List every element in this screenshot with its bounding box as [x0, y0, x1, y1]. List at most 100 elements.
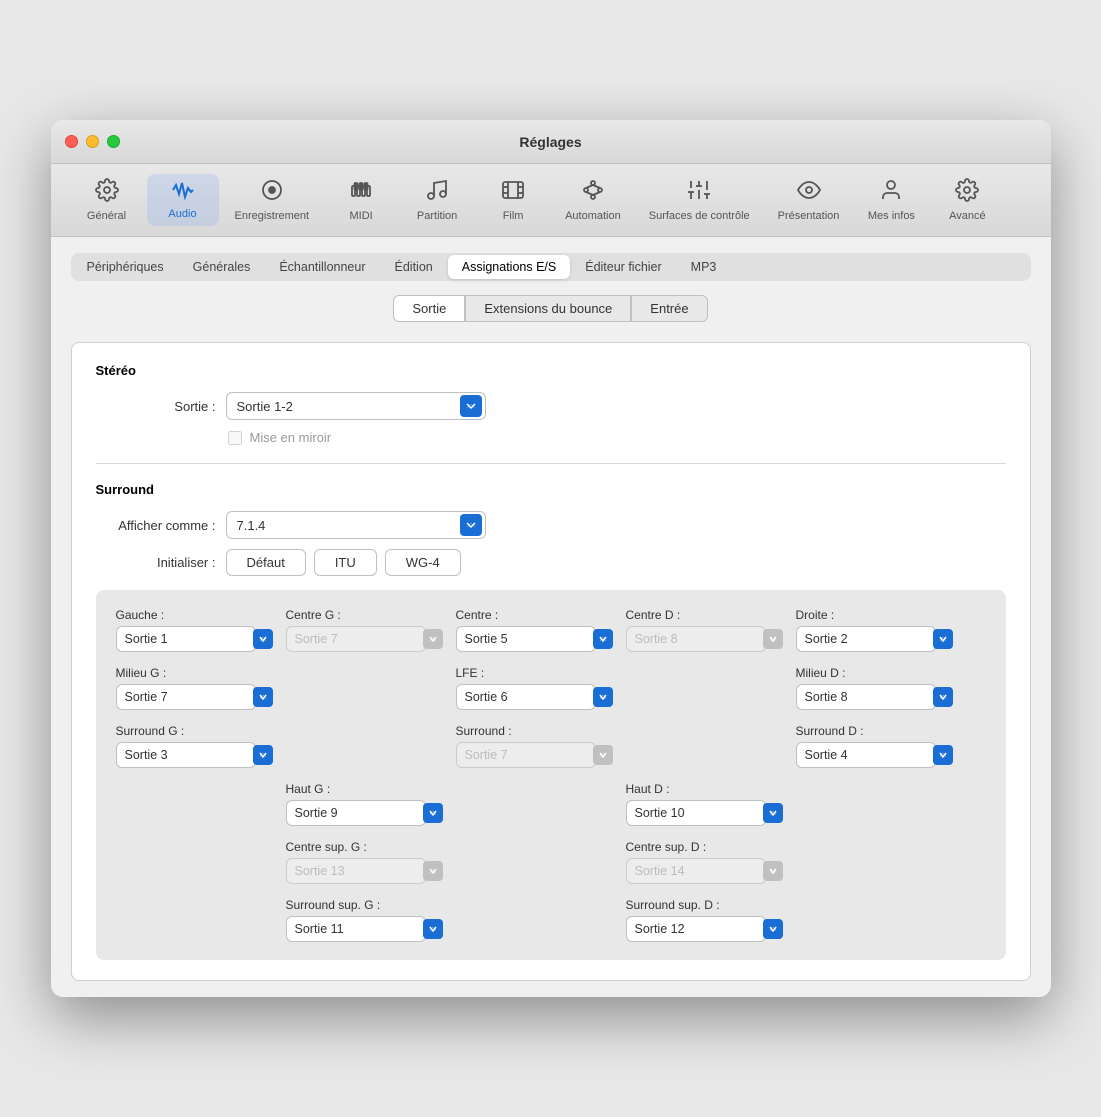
- centre-sup-g-label: Centre sup. G :: [286, 840, 446, 854]
- miroir-checkbox[interactable]: [228, 431, 242, 445]
- toolbar-item-midi[interactable]: MIDI: [325, 172, 397, 228]
- droite-select[interactable]: Sortie 2: [796, 626, 936, 652]
- surround-d-select-wrapper: Sortie 4: [796, 742, 956, 768]
- empty-cell-1: [286, 666, 426, 710]
- subtab-entree[interactable]: Entrée: [631, 295, 707, 322]
- haut-g-select[interactable]: Sortie 9: [286, 800, 426, 826]
- centre-label: Centre :: [456, 608, 616, 622]
- sortie-select-wrapper: Sortie 1-2: [226, 392, 486, 420]
- sortie-select[interactable]: Sortie 1-2: [226, 392, 486, 420]
- empty-cell-5: [116, 782, 256, 826]
- section-divider: [96, 463, 1006, 464]
- toolbar-item-avance-label: Avancé: [949, 210, 986, 222]
- surround-d-select[interactable]: Sortie 4: [796, 742, 936, 768]
- channel-centre-d: Centre D : Sortie 8: [626, 608, 786, 652]
- toolbar-item-automation[interactable]: Automation: [553, 172, 633, 228]
- subtab-extensions[interactable]: Extensions du bounce: [465, 295, 631, 322]
- milieu-d-arrow: [933, 687, 953, 707]
- toolbar-item-recording[interactable]: Enregistrement: [223, 172, 322, 228]
- channel-surround-sup-d: Surround sup. D : Sortie 12: [626, 898, 786, 942]
- haut-d-label: Haut D :: [626, 782, 786, 796]
- centre-sup-d-arrow: [763, 861, 783, 881]
- empty-cell-4: [626, 724, 766, 768]
- channel-centre: Centre : Sortie 5: [456, 608, 616, 652]
- midi-icon: [349, 178, 373, 206]
- surround-sup-g-select[interactable]: Sortie 11: [286, 916, 426, 942]
- minimize-button[interactable]: [86, 135, 99, 148]
- channel-lfe: LFE : Sortie 6: [456, 666, 616, 710]
- toolbar-item-general[interactable]: Général: [71, 172, 143, 228]
- stereo-title: Stéréo: [96, 363, 1006, 378]
- film-icon: [501, 178, 525, 206]
- empty-cell-8: [116, 840, 256, 884]
- window-controls: [65, 135, 120, 148]
- centre-arrow: [593, 629, 613, 649]
- maximize-button[interactable]: [107, 135, 120, 148]
- centre-select-wrapper: Sortie 5: [456, 626, 616, 652]
- miroir-row: Mise en miroir: [228, 430, 1006, 445]
- tab-peripheriques[interactable]: Périphériques: [73, 255, 178, 279]
- tab-bar: Périphériques Générales Échantillonneur …: [71, 253, 1031, 281]
- surround-sup-d-select[interactable]: Sortie 12: [626, 916, 766, 942]
- tab-edition[interactable]: Édition: [381, 255, 447, 279]
- toolbar-item-automation-label: Automation: [565, 210, 621, 222]
- gauche-select[interactable]: Sortie 1: [116, 626, 256, 652]
- toolbar-item-mesinfos[interactable]: Mes infos: [855, 172, 927, 228]
- empty-cell-11: [116, 898, 256, 942]
- subtab-sortie[interactable]: Sortie: [393, 295, 465, 322]
- centre-d-select[interactable]: Sortie 8: [626, 626, 766, 652]
- channel-surround: Surround : Sortie 7: [456, 724, 616, 768]
- surround-g-select-wrapper: Sortie 3: [116, 742, 276, 768]
- surround-g-label: Surround G :: [116, 724, 276, 738]
- afficher-select[interactable]: 7.1.4: [226, 511, 486, 539]
- surround-select[interactable]: Sortie 7: [456, 742, 596, 768]
- empty-cell-12: [456, 898, 596, 942]
- haut-d-select[interactable]: Sortie 10: [626, 800, 766, 826]
- gauche-select-wrapper: Sortie 1: [116, 626, 276, 652]
- surround-g-select[interactable]: Sortie 3: [116, 742, 256, 768]
- tab-editeur[interactable]: Éditeur fichier: [571, 255, 675, 279]
- centre-sup-g-select[interactable]: Sortie 13: [286, 858, 426, 884]
- lfe-select[interactable]: Sortie 6: [456, 684, 596, 710]
- haut-d-arrow: [763, 803, 783, 823]
- initialiser-row: Initialiser : Défaut ITU WG-4: [96, 549, 1006, 576]
- toolbar-item-surfaces[interactable]: Surfaces de contrôle: [637, 172, 762, 228]
- haut-g-label: Haut G :: [286, 782, 446, 796]
- tab-generales[interactable]: Générales: [179, 255, 265, 279]
- surround-sup-d-arrow: [763, 919, 783, 939]
- tab-echantillonneur[interactable]: Échantillonneur: [265, 255, 379, 279]
- toolbar-item-audio[interactable]: Audio: [147, 174, 219, 226]
- milieu-d-select[interactable]: Sortie 8: [796, 684, 936, 710]
- channel-haut-g: Haut G : Sortie 9: [286, 782, 446, 826]
- btn-itu[interactable]: ITU: [314, 549, 377, 576]
- channel-milieu-g: Milieu G : Sortie 7: [116, 666, 276, 710]
- btn-defaut[interactable]: Défaut: [226, 549, 306, 576]
- gear-icon: [95, 178, 119, 206]
- centre-g-select[interactable]: Sortie 7: [286, 626, 426, 652]
- channel-haut-d: Haut D : Sortie 10: [626, 782, 786, 826]
- channel-surround-d: Surround D : Sortie 4: [796, 724, 956, 768]
- toolbar-item-film[interactable]: Film: [477, 172, 549, 228]
- toolbar-item-surfaces-label: Surfaces de contrôle: [649, 210, 750, 222]
- user-icon: [879, 178, 903, 206]
- afficher-row: Afficher comme : 7.1.4: [96, 511, 1006, 539]
- surround-select-wrapper: Sortie 7: [456, 742, 616, 768]
- haut-g-select-wrapper: Sortie 9: [286, 800, 446, 826]
- haut-d-select-wrapper: Sortie 10: [626, 800, 786, 826]
- btn-wg4[interactable]: WG-4: [385, 549, 461, 576]
- droite-select-wrapper: Sortie 2: [796, 626, 956, 652]
- centre-sup-d-select[interactable]: Sortie 14: [626, 858, 766, 884]
- tab-mp3[interactable]: MP3: [677, 255, 731, 279]
- milieu-g-select[interactable]: Sortie 7: [116, 684, 256, 710]
- toolbar-item-avance[interactable]: Avancé: [931, 172, 1003, 228]
- toolbar-item-partition[interactable]: Partition: [401, 172, 473, 228]
- close-button[interactable]: [65, 135, 78, 148]
- empty-cell-7: [796, 782, 936, 826]
- empty-cell-3: [286, 724, 426, 768]
- surround-sup-g-arrow: [423, 919, 443, 939]
- surround-title: Surround: [96, 482, 1006, 497]
- centre-select[interactable]: Sortie 5: [456, 626, 596, 652]
- tab-assignations[interactable]: Assignations E/S: [448, 255, 571, 279]
- toolbar-item-presentation[interactable]: Présentation: [766, 172, 852, 228]
- droite-arrow: [933, 629, 953, 649]
